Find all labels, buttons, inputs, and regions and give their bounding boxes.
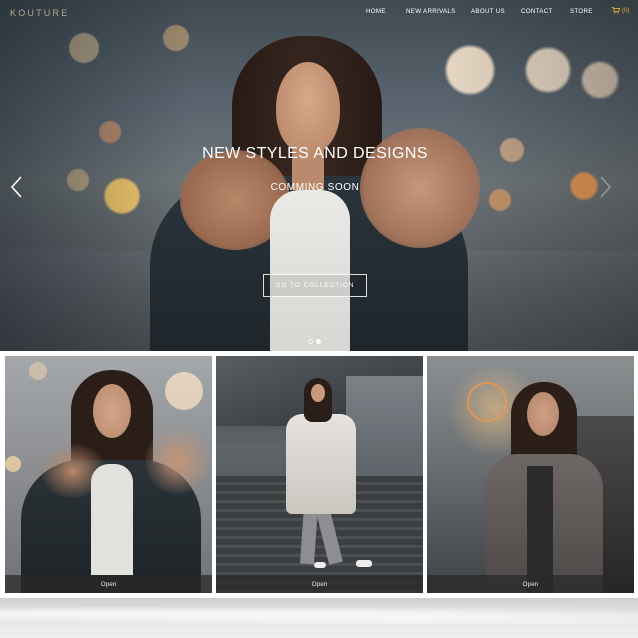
hero-title: NEW STYLES AND DESIGNS xyxy=(202,145,428,162)
cart-button[interactable]: (0) xyxy=(612,7,629,14)
slider-next-button[interactable] xyxy=(598,176,612,198)
collection-tile-1[interactable]: Open xyxy=(5,356,212,593)
next-section-banner xyxy=(0,598,638,638)
chevron-right-icon xyxy=(600,176,612,198)
slider-pagination xyxy=(308,339,321,344)
collection-tile-3[interactable]: Open xyxy=(427,356,634,593)
slider-dot-1[interactable] xyxy=(308,339,313,344)
tile-open-button[interactable]: Open xyxy=(5,575,212,593)
cart-count: (0) xyxy=(622,7,630,14)
slider-dot-2[interactable] xyxy=(316,339,321,344)
nav-contact[interactable]: CONTACT xyxy=(521,8,553,15)
nav-home[interactable]: HOME xyxy=(366,8,386,15)
hero-subtitle: COMMING SOON xyxy=(270,182,360,193)
tile-open-button[interactable]: Open xyxy=(216,575,423,593)
cart-icon xyxy=(612,7,620,14)
nav-about-us[interactable]: ABOUT US xyxy=(471,8,505,15)
chevron-left-icon xyxy=(10,176,22,198)
tile-open-button[interactable]: Open xyxy=(427,575,634,593)
collection-tile-2[interactable]: Open xyxy=(216,356,423,593)
page: KOUTURE HOME NEW ARRIVALS ABOUT US CONTA… xyxy=(0,0,638,638)
hero-slider: KOUTURE HOME NEW ARRIVALS ABOUT US CONTA… xyxy=(0,0,638,351)
go-to-collection-button[interactable]: GO TO COLLECTION xyxy=(263,274,367,297)
nav-links: HOME NEW ARRIVALS ABOUT US CONTACT STORE xyxy=(0,8,638,20)
nav-store[interactable]: STORE xyxy=(570,8,593,15)
nav-new-arrivals[interactable]: NEW ARRIVALS xyxy=(406,8,456,15)
slider-prev-button[interactable] xyxy=(10,176,24,198)
top-navigation: KOUTURE HOME NEW ARRIVALS ABOUT US CONTA… xyxy=(0,0,638,26)
